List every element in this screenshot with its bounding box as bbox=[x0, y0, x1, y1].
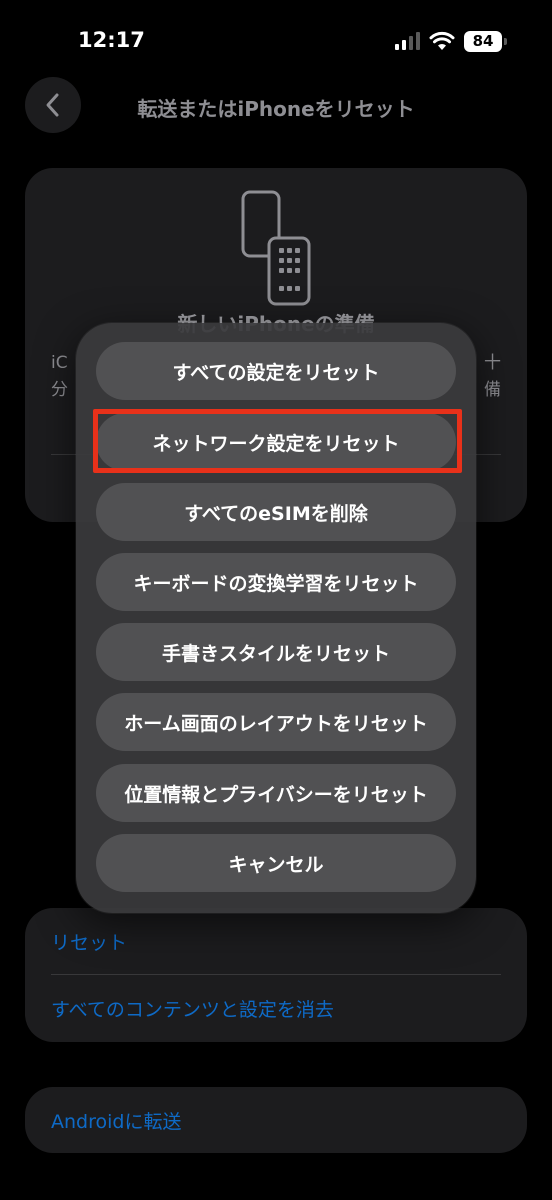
prepare-desc-left-2: 分 bbox=[51, 380, 68, 400]
transfer-to-android-card: Androidに転送 bbox=[25, 1087, 527, 1153]
phones-icon bbox=[241, 190, 311, 306]
battery-level: 84 bbox=[472, 32, 494, 50]
status-bar: 12:17 84 bbox=[0, 0, 552, 80]
back-button[interactable] bbox=[25, 77, 81, 133]
cellular-signal-icon bbox=[395, 32, 420, 50]
reset-all-settings-button[interactable]: すべての設定をリセット bbox=[96, 342, 456, 400]
prepare-desc-left-1: iC bbox=[51, 353, 68, 373]
prepare-desc-right-2: 備 bbox=[484, 380, 501, 400]
page-title: 転送またはiPhoneをリセット bbox=[137, 97, 415, 121]
erase-all-content-link[interactable]: すべてのコンテンツと設定を消去 bbox=[51, 995, 334, 1022]
status-icons: 84 bbox=[395, 28, 507, 54]
battery-icon: 84 bbox=[464, 30, 507, 52]
reset-options-card: リセット すべてのコンテンツと設定を消去 bbox=[25, 908, 527, 1042]
highlight-box bbox=[93, 409, 462, 473]
divider bbox=[51, 974, 501, 975]
chevron-left-icon bbox=[46, 93, 59, 117]
reset-keyboard-dictionary-button[interactable]: キーボードの変換学習をリセット bbox=[96, 553, 456, 611]
reset-handwriting-style-button[interactable]: 手書きスタイルをリセット bbox=[96, 623, 456, 681]
delete-all-esim-button[interactable]: すべてのeSIMを削除 bbox=[96, 483, 456, 541]
wifi-icon bbox=[429, 31, 455, 50]
reset-location-privacy-button[interactable]: 位置情報とプライバシーをリセット bbox=[96, 764, 456, 822]
status-time: 12:17 bbox=[78, 28, 145, 52]
reset-home-screen-layout-button[interactable]: ホーム画面のレイアウトをリセット bbox=[96, 693, 456, 751]
cancel-button[interactable]: キャンセル bbox=[96, 834, 456, 892]
prepare-desc-right-1: 十 bbox=[484, 353, 501, 373]
reset-link[interactable]: リセット bbox=[51, 928, 127, 955]
transfer-to-android-link[interactable]: Androidに転送 bbox=[51, 1107, 181, 1134]
